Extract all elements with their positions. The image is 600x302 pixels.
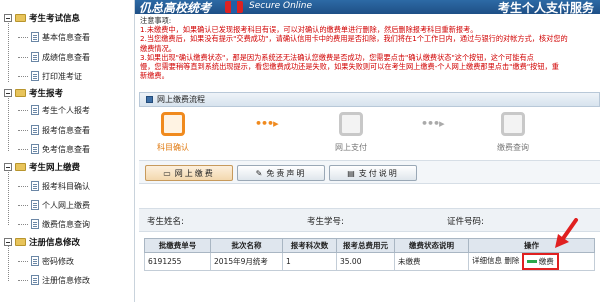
cell-order: 6191255: [144, 252, 211, 271]
step-label: 科目确认: [157, 143, 189, 152]
detail-link[interactable]: 详细信息: [472, 256, 502, 265]
document-icon: [31, 105, 39, 115]
document-icon: [31, 71, 39, 81]
pay-button[interactable]: 缴费: [521, 253, 559, 270]
top-banner: 仉总高校统考 Secure Online 考生个人支付服务: [135, 0, 600, 14]
highlight-arrow-icon: [555, 218, 578, 248]
banner-title: 仉总高校统考: [139, 1, 212, 14]
tree-line: [8, 20, 9, 82]
sidebar-group-exam-info[interactable]: 考生考试信息: [4, 12, 80, 24]
sidebar-item-personal-registration[interactable]: 考生个人报考: [18, 104, 90, 116]
document-icon: [31, 219, 39, 229]
payment-icon: [339, 112, 363, 136]
folder-icon: [15, 14, 26, 22]
sidebar-item-payment-query[interactable]: 缴费信息查询: [18, 218, 90, 230]
col-order: 批缴费单号: [144, 238, 211, 253]
cell-status: 未缴费: [394, 252, 469, 271]
document-icon: [31, 275, 39, 285]
section-header: 网上缴费流程: [139, 92, 600, 107]
step-arrow-icon: •••▸: [255, 117, 279, 130]
step-online-payment: 网上支付: [326, 112, 376, 153]
id-number-label: 证件号码:: [447, 217, 484, 227]
delete-link[interactable]: 删除: [504, 256, 519, 265]
document-icon: [31, 181, 39, 191]
col-fee: 报考总费用元: [336, 238, 395, 253]
sidebar-item-scores[interactable]: 成绩信息查看: [18, 51, 90, 63]
document-icon: [31, 125, 39, 135]
col-status: 缴费状态说明: [394, 238, 469, 253]
sidebar-item-basic-info[interactable]: 基本信息查看: [18, 31, 90, 43]
document-icon: [31, 256, 39, 266]
document-icon: [31, 32, 39, 42]
disclaimer-button[interactable]: ✎ 免责声明: [237, 165, 325, 181]
action-button-bar: ▭ 网上缴费 ✎ 免责声明 ▤ 支付说明: [139, 160, 600, 184]
cell-fee: 35.00: [336, 252, 395, 271]
pencil-icon: ✎: [255, 168, 263, 178]
step-arrow-icon: •••▸: [421, 117, 445, 130]
sidebar-group-online-payment[interactable]: 考生网上缴费: [4, 161, 80, 173]
step-label: 缴费查询: [497, 143, 529, 152]
banner-secure-text: Secure Online: [249, 1, 313, 11]
folder-icon: [15, 238, 26, 246]
notice-line: 慢，您需要稍等直到系统出现提示，看您缴费成功还是失败，如果失败则可以在考生网上缴…: [140, 62, 559, 72]
hand-pointer-icon: [161, 112, 185, 136]
notice-line: 3.如果出现"确认缴费状态"，那是因为系统还无法确认您缴费是否成功，您需要点击"…: [140, 52, 534, 62]
table-header-row: 批缴费单号 批次名称 报考科次数 报考总费用元 缴费状态说明 操作: [144, 238, 595, 253]
notice-line: 缴费情况。: [140, 43, 176, 53]
sidebar-item-password-change[interactable]: 密码修改: [18, 255, 74, 267]
sidebar-item-exemption-info[interactable]: 免考信息查看: [18, 143, 90, 155]
online-payment-button[interactable]: ▭ 网上缴费: [145, 165, 233, 181]
sidebar-item-admission-ticket[interactable]: 打印准考证: [18, 70, 82, 82]
folder-icon: [15, 89, 26, 97]
notice-line: 新缴费。: [140, 71, 169, 81]
sidebar-item-profile-change[interactable]: 注册信息修改: [18, 274, 90, 286]
candidate-info-row: 考生姓名: 考生学号: 证件号码:: [139, 208, 600, 232]
cell-count: 1: [282, 252, 337, 271]
col-batch: 批次名称: [210, 238, 283, 253]
pay-icon: [526, 260, 537, 263]
banner-right-title: 考生个人支付服务: [497, 1, 594, 14]
sidebar: 考生考试信息 基本信息查看 成绩信息查看 打印准考证 考生报考 考生个人报考 报…: [0, 0, 135, 302]
unionpay-logo: [225, 1, 243, 13]
step-label: 网上支付: [335, 143, 367, 152]
sidebar-item-subject-confirm[interactable]: 报考科目确认: [18, 180, 90, 192]
payment-instructions-button[interactable]: ▤ 支付说明: [329, 165, 417, 181]
document-icon: ▤: [347, 168, 355, 178]
tree-line: [8, 245, 9, 281]
cell-operation: 详细信息 删除 缴费: [468, 252, 595, 271]
collapse-icon[interactable]: [4, 163, 12, 171]
table-row: 6191255 2015年9月统考 1 35.00 未缴费 详细信息 删除 缴费: [144, 252, 595, 271]
document-icon: [31, 200, 39, 210]
section-square-icon: [146, 96, 153, 103]
query-icon: [501, 112, 525, 136]
col-count: 报考科次数: [282, 238, 337, 253]
step-payment-query: 缴费查询: [488, 112, 538, 153]
collapse-icon[interactable]: [4, 89, 12, 97]
folder-icon: [15, 163, 26, 171]
name-label: 考生姓名:: [147, 217, 184, 227]
sidebar-group-account[interactable]: 注册信息修改: [4, 236, 80, 248]
sidebar-item-registration-info[interactable]: 报考信息查看: [18, 124, 90, 136]
document-icon: [31, 144, 39, 154]
notice-line: 1.未缴费中，如果确认已发现报考科目有误，可以对确认的缴费单进行删除，然后删除报…: [140, 25, 478, 35]
cell-batch: 2015年9月统考: [210, 252, 283, 271]
notice-panel: 注意事项: 1.未缴费中，如果确认已发现报考科目有误，可以对确认的缴费单进行删除…: [140, 16, 600, 90]
section-title: 网上缴费流程: [157, 95, 205, 104]
sidebar-group-registration[interactable]: 考生报考: [4, 87, 63, 99]
notice-title: 注意事项:: [140, 16, 172, 25]
collapse-icon[interactable]: [4, 238, 12, 246]
tree-line: [8, 170, 9, 225]
collapse-icon[interactable]: [4, 14, 12, 22]
sidebar-item-personal-payment[interactable]: 个人网上缴费: [18, 199, 90, 211]
notice-line: 2.当您缴费后，如果没有提示"交费成功"，请确认信用卡中的费用是否扣除，我们将在…: [140, 34, 568, 44]
student-id-label: 考生学号:: [307, 217, 344, 227]
tree-line: [8, 96, 9, 151]
card-icon: ▭: [163, 168, 171, 178]
document-icon: [31, 52, 39, 62]
step-subject-confirm: 科目确认: [148, 112, 198, 153]
payment-table: 批缴费单号 批次名称 报考科次数 报考总费用元 缴费状态说明 操作 619125…: [144, 238, 595, 271]
